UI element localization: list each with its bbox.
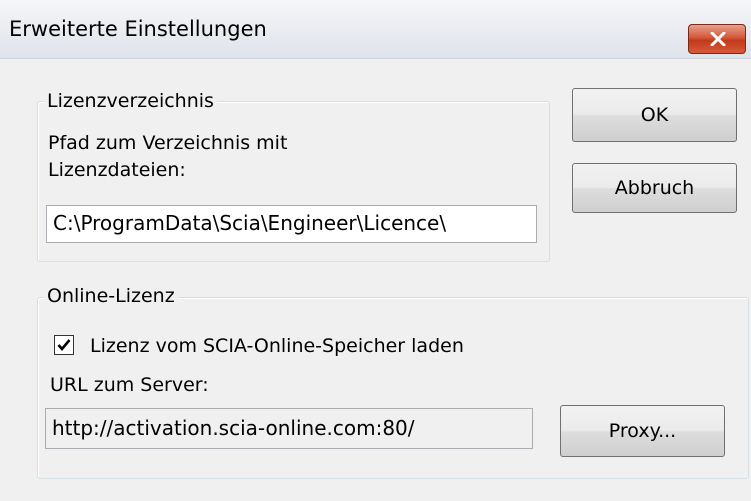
ok-button[interactable]: OK (572, 88, 737, 142)
server-url-label: URL zum Server: (50, 374, 209, 396)
proxy-button[interactable]: Proxy... (560, 405, 725, 457)
server-url-field[interactable]: http://activation.scia-online.com:80/ (45, 408, 533, 449)
advanced-settings-dialog: Erweiterte Einstellungen Lizenzverzeichn… (0, 0, 751, 501)
load-license-checkbox-label[interactable]: Lizenz vom SCIA-Online-Speicher laden (90, 333, 464, 359)
license-directory-group-title: Lizenzverzeichnis (44, 90, 217, 112)
title-bar[interactable]: Erweiterte Einstellungen (0, 0, 751, 59)
close-icon (710, 32, 726, 46)
cancel-button[interactable]: Abbruch (572, 163, 737, 213)
license-path-label-line2: Lizenzdateien: (48, 159, 186, 181)
close-button[interactable] (688, 24, 746, 54)
license-path-label-line1: Pfad zum Verzeichnis mit (48, 132, 288, 154)
load-license-checkbox[interactable] (54, 335, 74, 355)
cancel-button-label: Abbruch (614, 177, 695, 199)
window-title: Erweiterte Einstellungen (9, 17, 267, 41)
online-license-group-title: Online-Lizenz (44, 285, 178, 307)
proxy-button-label: Proxy... (608, 420, 677, 442)
checkmark-icon (57, 339, 71, 352)
ok-button-label: OK (640, 104, 669, 126)
license-path-input[interactable]: C:\ProgramData\Scia\Engineer\Licence\ (46, 205, 537, 243)
